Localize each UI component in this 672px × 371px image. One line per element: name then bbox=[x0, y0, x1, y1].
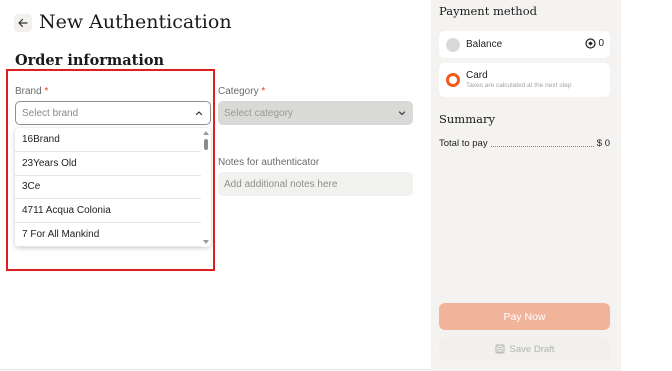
back-button[interactable] bbox=[14, 14, 32, 32]
coin-icon bbox=[585, 38, 597, 49]
dotted-leader bbox=[490, 140, 594, 147]
balance-radio[interactable] bbox=[446, 37, 460, 52]
brand-dropdown-list[interactable]: 16Brand 23Years Old 3Ce 4711 Acqua Colon… bbox=[15, 128, 211, 247]
balance-value: 0 bbox=[585, 38, 604, 49]
category-select[interactable]: Select category bbox=[218, 101, 413, 125]
payment-option-balance[interactable]: Balance 0 bbox=[439, 31, 610, 58]
scrollbar-thumb[interactable] bbox=[204, 139, 208, 150]
brand-option[interactable]: 4711 Acqua Colonia bbox=[15, 199, 201, 224]
required-asterisk: * bbox=[261, 86, 266, 97]
category-select-placeholder: Select category bbox=[224, 107, 293, 119]
scroll-up-arrow-icon[interactable] bbox=[203, 131, 209, 135]
total-row: Total to pay $ 0 bbox=[439, 138, 610, 149]
arrow-left-icon bbox=[18, 18, 28, 28]
card-label: Card bbox=[466, 70, 488, 81]
brand-select[interactable]: Select brand bbox=[15, 101, 211, 125]
scroll-down-arrow-icon[interactable] bbox=[203, 240, 209, 244]
dropdown-scrollbar[interactable] bbox=[201, 128, 211, 247]
balance-label: Balance bbox=[466, 39, 503, 50]
bottom-divider bbox=[0, 369, 431, 370]
page-title: New Authentication bbox=[39, 11, 232, 33]
payment-option-card[interactable]: Card Taxes are calculated at the next st… bbox=[439, 63, 610, 97]
category-label-text: Category bbox=[218, 86, 259, 97]
brand-label-text: Brand bbox=[15, 86, 42, 97]
section-title-order-information: Order information bbox=[15, 52, 165, 69]
balance-amount: 0 bbox=[598, 38, 604, 49]
payment-panel: Payment method Balance 0 Card Taxes are … bbox=[431, 0, 621, 371]
required-asterisk: * bbox=[44, 86, 49, 97]
total-value: $ 0 bbox=[596, 138, 610, 149]
summary-heading: Summary bbox=[439, 112, 495, 126]
notes-input[interactable] bbox=[218, 172, 413, 196]
chevron-down-icon bbox=[397, 108, 407, 118]
brand-option[interactable]: 3Ce bbox=[15, 176, 201, 200]
brand-option[interactable]: 7 For All Mankind bbox=[15, 223, 201, 247]
card-sublabel: Taxes are calculated at the next step bbox=[466, 82, 572, 89]
brand-select-placeholder: Select brand bbox=[22, 107, 79, 119]
chevron-up-icon bbox=[194, 108, 204, 118]
brand-label: Brand * bbox=[15, 86, 48, 97]
save-draft-button[interactable]: Save Draft bbox=[439, 337, 610, 361]
total-label: Total to pay bbox=[439, 138, 488, 149]
save-draft-label: Save Draft bbox=[509, 343, 555, 355]
notes-label: Notes for authenticator bbox=[218, 157, 320, 168]
brand-option[interactable]: 16Brand bbox=[15, 128, 201, 152]
brand-option[interactable]: 23Years Old bbox=[15, 152, 201, 176]
pay-now-button[interactable]: Pay Now bbox=[439, 303, 610, 330]
save-icon bbox=[495, 344, 505, 354]
card-radio-selected[interactable] bbox=[446, 73, 460, 87]
category-label: Category * bbox=[218, 86, 265, 97]
payment-method-heading: Payment method bbox=[439, 4, 537, 18]
